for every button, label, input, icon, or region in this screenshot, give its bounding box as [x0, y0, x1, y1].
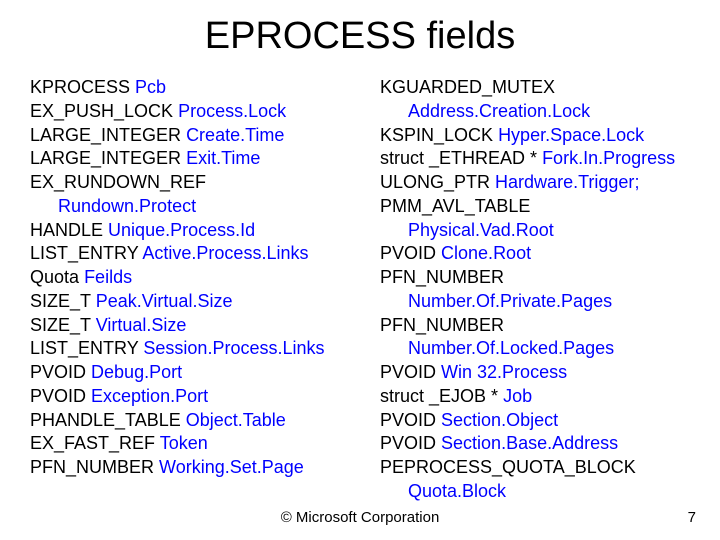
field-member: Pcb [135, 77, 166, 97]
field-entry: PVOID Section.Base.Address [380, 432, 690, 456]
field-type: PMM_AVL_TABLE [380, 196, 530, 216]
field-type: LARGE_INTEGER [30, 125, 181, 145]
field-entry: PMM_AVL_TABLE Physical.Vad.Root [380, 195, 690, 243]
field-entry: KSPIN_LOCK Hyper.Space.Lock [380, 124, 690, 148]
field-member: Quota.Block [380, 480, 690, 504]
field-type: PVOID [380, 243, 436, 263]
field-entry: struct _ETHREAD * Fork.In.Progress [380, 147, 690, 171]
field-entry: PVOID Debug.Port [30, 361, 370, 385]
field-type: EX_PUSH_LOCK [30, 101, 173, 121]
field-entry: EX_PUSH_LOCK Process.Lock [30, 100, 370, 124]
field-entry: PVOID Clone.Root [380, 242, 690, 266]
field-member: Exception.Port [91, 386, 208, 406]
field-member: Number.Of.Locked.Pages [380, 337, 690, 361]
left-column: KPROCESS PcbEX_PUSH_LOCK Process.LockLAR… [30, 76, 370, 504]
field-type: EX_RUNDOWN_REF [30, 172, 206, 192]
field-entry: PVOID Exception.Port [30, 385, 370, 409]
page-title: EPROCESS fields [30, 15, 690, 58]
field-type: PFN_NUMBER [380, 315, 504, 335]
field-entry: EX_FAST_REF Token [30, 432, 370, 456]
field-entry: LIST_ENTRY Session.Process.Links [30, 337, 370, 361]
field-type: struct _ETHREAD * [380, 148, 537, 168]
field-member: Section.Object [441, 410, 558, 430]
field-member: Object.Table [186, 410, 286, 430]
field-member: Hyper.Space.Lock [498, 125, 644, 145]
field-type: SIZE_T [30, 315, 91, 335]
field-entry: PVOID Section.Object [380, 409, 690, 433]
field-entry: PEPROCESS_QUOTA_BLOCK Quota.Block [380, 456, 690, 504]
field-entry: KPROCESS Pcb [30, 76, 370, 100]
field-type: ULONG_PTR [380, 172, 490, 192]
field-type: PVOID [380, 410, 436, 430]
field-type: PFN_NUMBER [380, 267, 504, 287]
field-entry: SIZE_T Virtual.Size [30, 314, 370, 338]
field-type: KGUARDED_MUTEX [380, 77, 555, 97]
columns: KPROCESS PcbEX_PUSH_LOCK Process.LockLAR… [30, 76, 690, 504]
field-type: PVOID [380, 362, 436, 382]
field-member: Virtual.Size [96, 315, 187, 335]
field-entry: EX_RUNDOWN_REF Rundown.Protect [30, 171, 370, 219]
field-entry: PFN_NUMBER Number.Of.Private.Pages [380, 266, 690, 314]
field-entry: SIZE_T Peak.Virtual.Size [30, 290, 370, 314]
field-type: KPROCESS [30, 77, 130, 97]
field-type: struct _EJOB * [380, 386, 498, 406]
field-member: Fork.In.Progress [542, 148, 675, 168]
slide: EPROCESS fields KPROCESS PcbEX_PUSH_LOCK… [0, 0, 720, 540]
field-type: LIST_ENTRY [30, 338, 138, 358]
field-type: PHANDLE_TABLE [30, 410, 181, 430]
field-entry: ULONG_PTR Hardware.Trigger; [380, 171, 690, 195]
field-entry: LARGE_INTEGER Create.Time [30, 124, 370, 148]
field-entry: PHANDLE_TABLE Object.Table [30, 409, 370, 433]
field-type: LARGE_INTEGER [30, 148, 181, 168]
field-member: Clone.Root [441, 243, 531, 263]
field-member: Job [503, 386, 532, 406]
field-member: Hardware.Trigger [495, 172, 634, 192]
field-member: Win 32.Process [441, 362, 567, 382]
field-type: HANDLE [30, 220, 103, 240]
field-entry: PVOID Win 32.Process [380, 361, 690, 385]
field-type: EX_FAST_REF [30, 433, 155, 453]
field-member: Active.Process.Links [142, 243, 308, 263]
field-member: Address.Creation.Lock [380, 100, 690, 124]
field-type: PVOID [380, 433, 436, 453]
field-member: Working.Set.Page [159, 457, 304, 477]
field-member: Process.Lock [178, 101, 286, 121]
field-entry: PFN_NUMBERNumber.Of.Locked.Pages [380, 314, 690, 362]
field-type: PFN_NUMBER [30, 457, 154, 477]
field-type: PVOID [30, 362, 86, 382]
field-type: KSPIN_LOCK [380, 125, 493, 145]
field-member: Exit.Time [186, 148, 260, 168]
field-entry: Quota Feilds [30, 266, 370, 290]
footer-copyright: © Microsoft Corporation [0, 509, 720, 526]
field-member: Session.Process.Links [143, 338, 324, 358]
field-member: Token [160, 433, 208, 453]
field-member: Feilds [84, 267, 132, 287]
field-entry: HANDLE Unique.Process.Id [30, 219, 370, 243]
field-type: LIST_ENTRY [30, 243, 138, 263]
field-type: Quota [30, 267, 79, 287]
field-member: Unique.Process.Id [108, 220, 255, 240]
page-number: 7 [688, 509, 696, 526]
field-member: Debug.Port [91, 362, 182, 382]
field-type: SIZE_T [30, 291, 91, 311]
field-type: PEPROCESS_QUOTA_BLOCK [380, 457, 636, 477]
field-member: Number.Of.Private.Pages [380, 290, 690, 314]
right-column: KGUARDED_MUTEX Address.Creation.LockKSPIN… [380, 76, 690, 504]
field-type: PVOID [30, 386, 86, 406]
field-member: Create.Time [186, 125, 284, 145]
field-member: Rundown.Protect [30, 195, 370, 219]
field-entry: LIST_ENTRY Active.Process.Links [30, 242, 370, 266]
field-member: Section.Base.Address [441, 433, 618, 453]
field-member: Peak.Virtual.Size [96, 291, 233, 311]
field-entry: struct _EJOB * Job [380, 385, 690, 409]
field-entry: LARGE_INTEGER Exit.Time [30, 147, 370, 171]
field-member: Physical.Vad.Root [380, 219, 690, 243]
field-entry: PFN_NUMBER Working.Set.Page [30, 456, 370, 480]
field-entry: KGUARDED_MUTEX Address.Creation.Lock [380, 76, 690, 124]
